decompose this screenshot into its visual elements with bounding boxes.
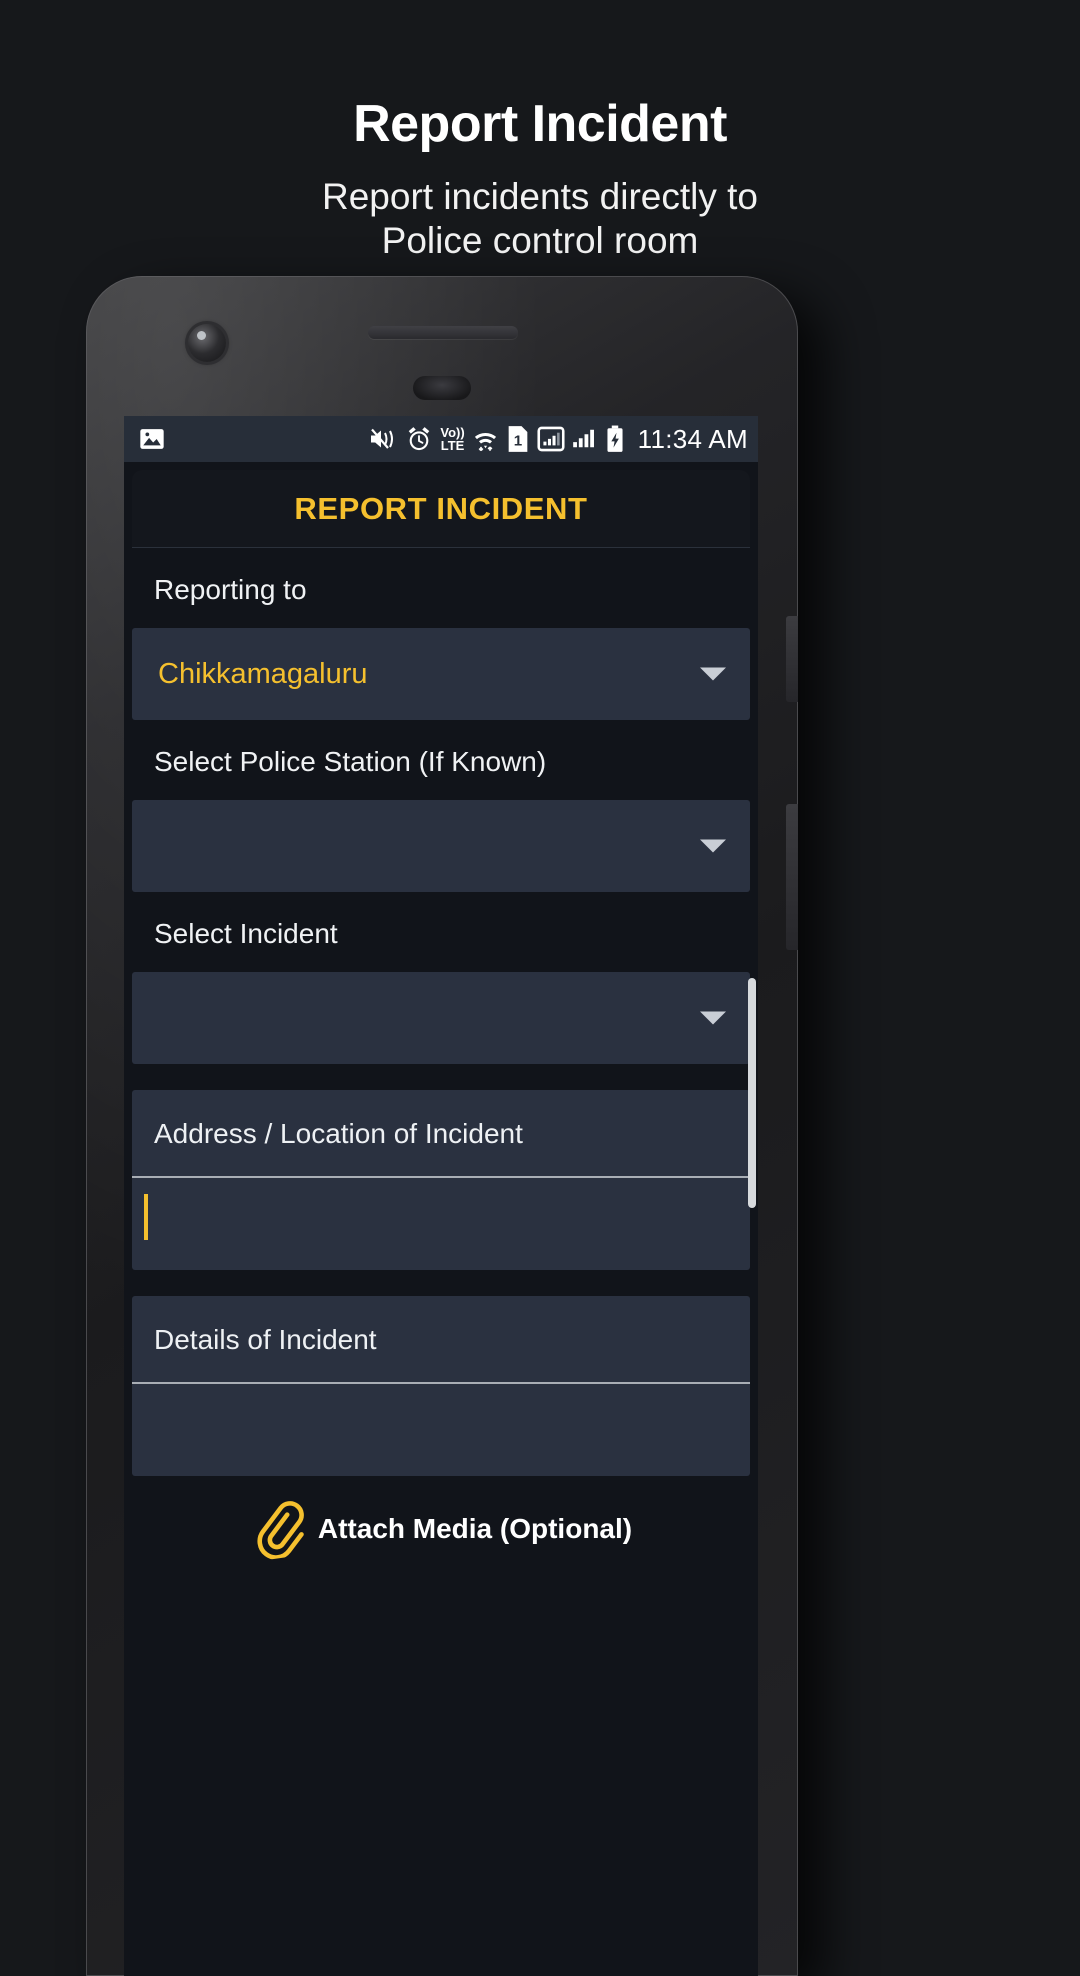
details-field-label: Details of Incident [132,1296,750,1384]
svg-text:1: 1 [513,432,521,449]
police-station-label: Select Police Station (If Known) [154,746,547,777]
address-input[interactable] [132,1178,750,1270]
image-icon [140,429,164,449]
earpiece-speaker [368,326,518,339]
front-camera-icon [188,324,226,362]
volte-icon-top: Vo)) [440,424,465,440]
proximity-sensor [413,376,471,400]
details-field[interactable]: Details of Incident [132,1296,750,1476]
status-bar: Vo)) LTE 1 11:34 AM [124,416,758,462]
status-bar-left [138,425,166,453]
wifi-icon [474,432,496,451]
attach-media-label: Attach Media (Optional) [317,1513,633,1544]
page-subtitle-line-2: Police control room [381,219,699,261]
incident-label: Select Incident [154,918,338,949]
promo-header: Report Incident Report incidents directl… [0,0,1080,263]
sim-1-icon: 1 [508,426,528,452]
status-bar-right: Vo)) LTE 1 11:34 AM [368,424,748,455]
address-field-label: Address / Location of Incident [132,1090,750,1178]
scrollbar[interactable] [748,978,756,1208]
alarm-icon [409,427,430,451]
app-bar-title: REPORT INCIDENT [294,490,588,526]
chevron-down-icon[interactable] [700,839,726,853]
signal-bars-sim1-icon [537,426,565,452]
page-subtitle-line-1: Report incidents directly to [322,176,758,218]
chevron-down-icon[interactable] [700,667,726,681]
text-cursor [144,1194,148,1240]
reporting-to-select[interactable]: Chikkamagaluru [132,628,750,720]
signal-bars-sim2-icon [572,429,594,448]
form-content: Reporting to Chikkamagaluru Select Polic… [124,548,758,1576]
attach-media-button[interactable]: Attach Media (Optional) [132,1476,750,1576]
incident-select[interactable] [132,972,750,1064]
chevron-down-icon[interactable] [700,1011,726,1025]
paperclip-icon [257,1501,304,1560]
app-bar: REPORT INCIDENT [132,470,750,548]
police-station-select[interactable] [132,800,750,892]
page-title: Report Incident [353,95,727,153]
page-subtitle: Report incidents directly to Police cont… [0,175,1080,262]
status-bar-clock: 11:34 AM [637,423,748,454]
phone-mockup: Vo)) LTE 1 11:34 AM REPORT INCIDENT Repo… [86,276,798,1976]
volte-icon: Vo)) LTE [440,424,465,453]
battery-charging-icon [607,425,623,452]
app-screen: Vo)) LTE 1 11:34 AM REPORT INCIDENT Repo… [124,416,758,1976]
reporting-to-value: Chikkamagaluru [158,657,368,690]
reporting-to-label: Reporting to [154,574,307,605]
mute-vibrate-icon [371,428,394,449]
volte-icon-bottom: LTE [440,438,465,453]
volume-button[interactable] [786,804,798,950]
details-input[interactable] [132,1384,750,1476]
power-button[interactable] [786,616,798,702]
address-field[interactable]: Address / Location of Incident [132,1090,750,1270]
